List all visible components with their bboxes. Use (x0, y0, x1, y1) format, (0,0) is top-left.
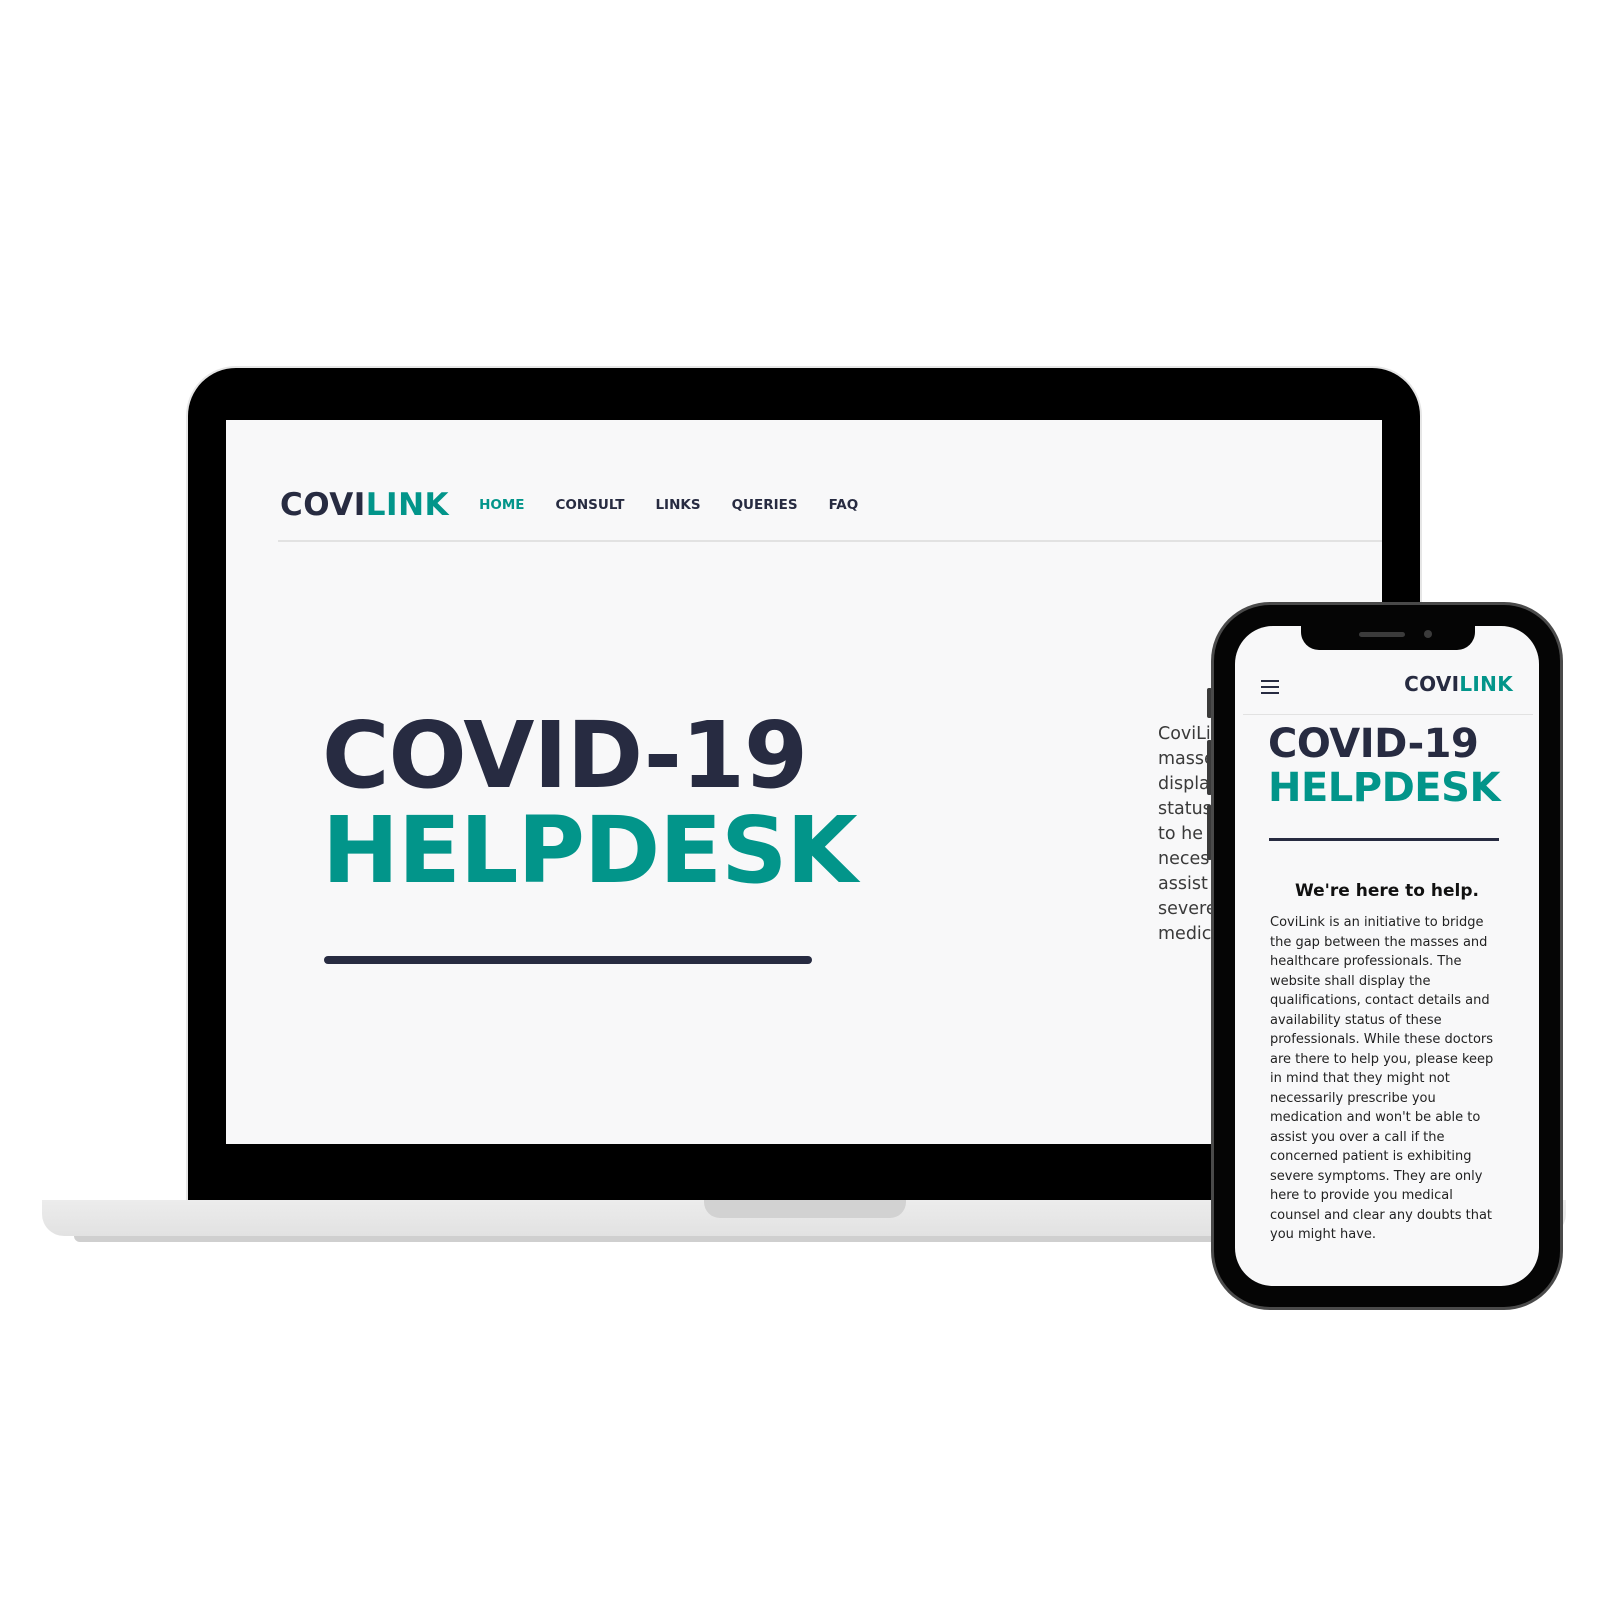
phone-brand-logo-part2: LINK (1459, 672, 1513, 696)
laptop-notch (704, 1200, 906, 1218)
hero-title-line2: HELPDESK (322, 797, 858, 904)
phone-notch (1301, 626, 1475, 650)
brand-logo[interactable]: COVILINK (280, 487, 449, 523)
phone-camera (1424, 630, 1432, 638)
phone-hero-underline (1269, 838, 1499, 841)
phone-mute-switch (1207, 688, 1212, 718)
nav-faq-link[interactable]: FAQ (829, 497, 859, 513)
hero-title-line1: COVID-19 (322, 702, 808, 809)
nav-queries-link[interactable]: QUERIES (732, 497, 798, 513)
phone-volume-up (1207, 740, 1212, 795)
hamburger-menu-icon[interactable] (1261, 680, 1279, 694)
phone-screen: COVILINK COVID-19 HELPDESK We're here to… (1235, 626, 1539, 1286)
phone-brand-logo[interactable]: COVILINK (1404, 672, 1513, 696)
nav-divider (278, 540, 1382, 542)
hero-underline (324, 956, 812, 964)
phone-hero-title-line1: COVID-19 (1268, 721, 1479, 767)
brand-logo-part1: COVI (280, 487, 366, 523)
nav-consult-link[interactable]: CONSULT (556, 497, 625, 513)
phone-brand-logo-part1: COVI (1404, 672, 1460, 696)
brand-logo-part2: LINK (365, 487, 450, 523)
about-heading: We're here to help. (1295, 881, 1479, 901)
about-body: CoviLink is an initiative to bridge the … (1270, 915, 1494, 1242)
nav-home-link[interactable]: HOME (479, 497, 524, 513)
top-nav: COVILINK HOME CONSULT LINKS QUERIES FAQ (280, 487, 889, 523)
nav-links-link[interactable]: LINKS (655, 497, 700, 513)
phone-speaker (1359, 632, 1405, 637)
phone-nav-divider (1243, 714, 1533, 715)
phone-volume-down (1207, 805, 1212, 860)
phone-hero-title-line2: HELPDESK (1268, 765, 1500, 811)
